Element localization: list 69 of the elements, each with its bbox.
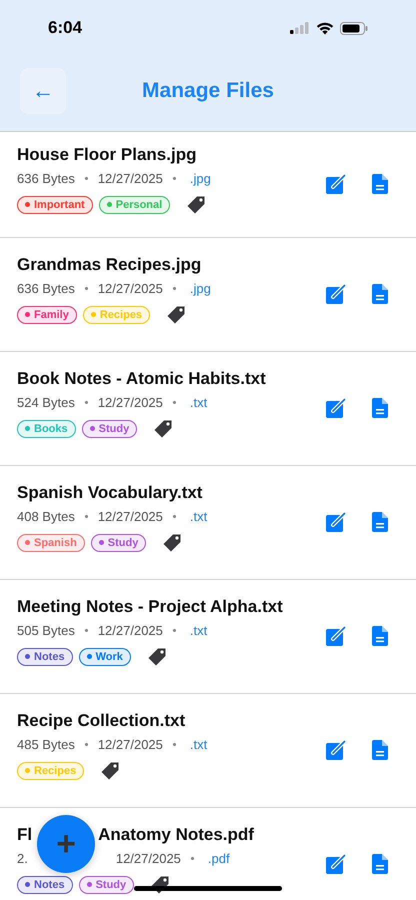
tag-chip: Study [82,420,138,438]
tag-chip: Important [17,196,93,214]
tag-icon[interactable] [186,194,206,214]
edit-icon[interactable] [325,172,347,194]
file-size: 636 Bytes [17,280,75,296]
file-extension: .txt [190,508,208,524]
page-title: Manage Files [141,79,275,103]
file-size: 636 Bytes [17,170,75,186]
status-time: 6:04 [48,18,82,38]
edit-icon[interactable] [325,282,347,304]
back-button[interactable]: ← [20,68,66,114]
tag-chip: Study [90,534,146,552]
document-icon[interactable] [371,624,389,646]
document-icon[interactable] [371,282,389,304]
file-name: Grandmas Recipes.jpg [17,254,202,274]
file-name: Book Notes - Atomic Habits.txt [17,368,266,388]
file-name: Spanish Vocabulary.txt [17,482,202,502]
file-date: 12/27/2025 [116,850,181,866]
battery-icon [340,22,368,34]
signal-icon [290,22,310,34]
edit-icon[interactable] [325,510,347,532]
document-icon[interactable] [371,738,389,760]
file-extension: .jpg [190,170,211,186]
tag-chip: Work [78,648,131,666]
file-size: 2. [17,850,28,866]
file-size: 408 Bytes [17,508,75,524]
edit-icon[interactable] [325,396,347,418]
file-size: 505 Bytes [17,622,75,638]
document-icon[interactable] [371,396,389,418]
tag-chip: Recipes [17,762,84,780]
file-extension: .txt [190,622,208,638]
file-date: 12/27/2025 [98,280,163,296]
tag-icon[interactable] [153,418,174,438]
file-extension: .jpg [190,280,211,296]
file-date: 12/27/2025 [98,394,163,410]
file-extension: .txt [190,394,208,410]
file-name: House Floor Plans.jpg [17,144,196,164]
tag-icon[interactable] [146,646,167,666]
edit-icon[interactable] [325,852,347,874]
file-name: Meeting Notes - Project Alpha.txt [17,596,283,616]
tag-chip: Family [17,306,77,324]
tag-chip: Books [17,420,76,438]
edit-icon[interactable] [325,738,347,760]
tag-chip: Personal [98,196,170,214]
tag-chip: Study [78,876,134,894]
document-icon[interactable] [371,172,389,194]
edit-icon[interactable] [325,624,347,646]
wifi-icon [316,22,334,34]
tag-chip: Recipes [82,306,150,324]
tag-icon[interactable] [162,532,182,552]
add-button[interactable]: + [37,815,95,873]
file-name: Fl [17,824,32,844]
tag-chip: Notes [17,876,73,894]
file-name: Recipe Collection.txt [17,710,186,730]
file-date: 12/27/2025 [98,622,163,638]
file-extension: .pdf [208,850,230,866]
tag-chip: Spanish [17,534,85,552]
file-date: 12/27/2025 [98,736,163,752]
file-size: 524 Bytes [17,394,75,410]
document-icon[interactable] [371,852,389,874]
tag-chip: Notes [17,648,73,666]
document-icon[interactable] [371,510,389,532]
file-name: Anatomy Notes.pdf [98,824,254,844]
file-date: 12/27/2025 [98,170,163,186]
tag-icon[interactable] [100,760,120,780]
file-size: 485 Bytes [17,736,75,752]
tag-icon[interactable] [166,304,186,324]
file-extension: .txt [190,736,208,752]
file-date: 12/27/2025 [98,508,163,524]
